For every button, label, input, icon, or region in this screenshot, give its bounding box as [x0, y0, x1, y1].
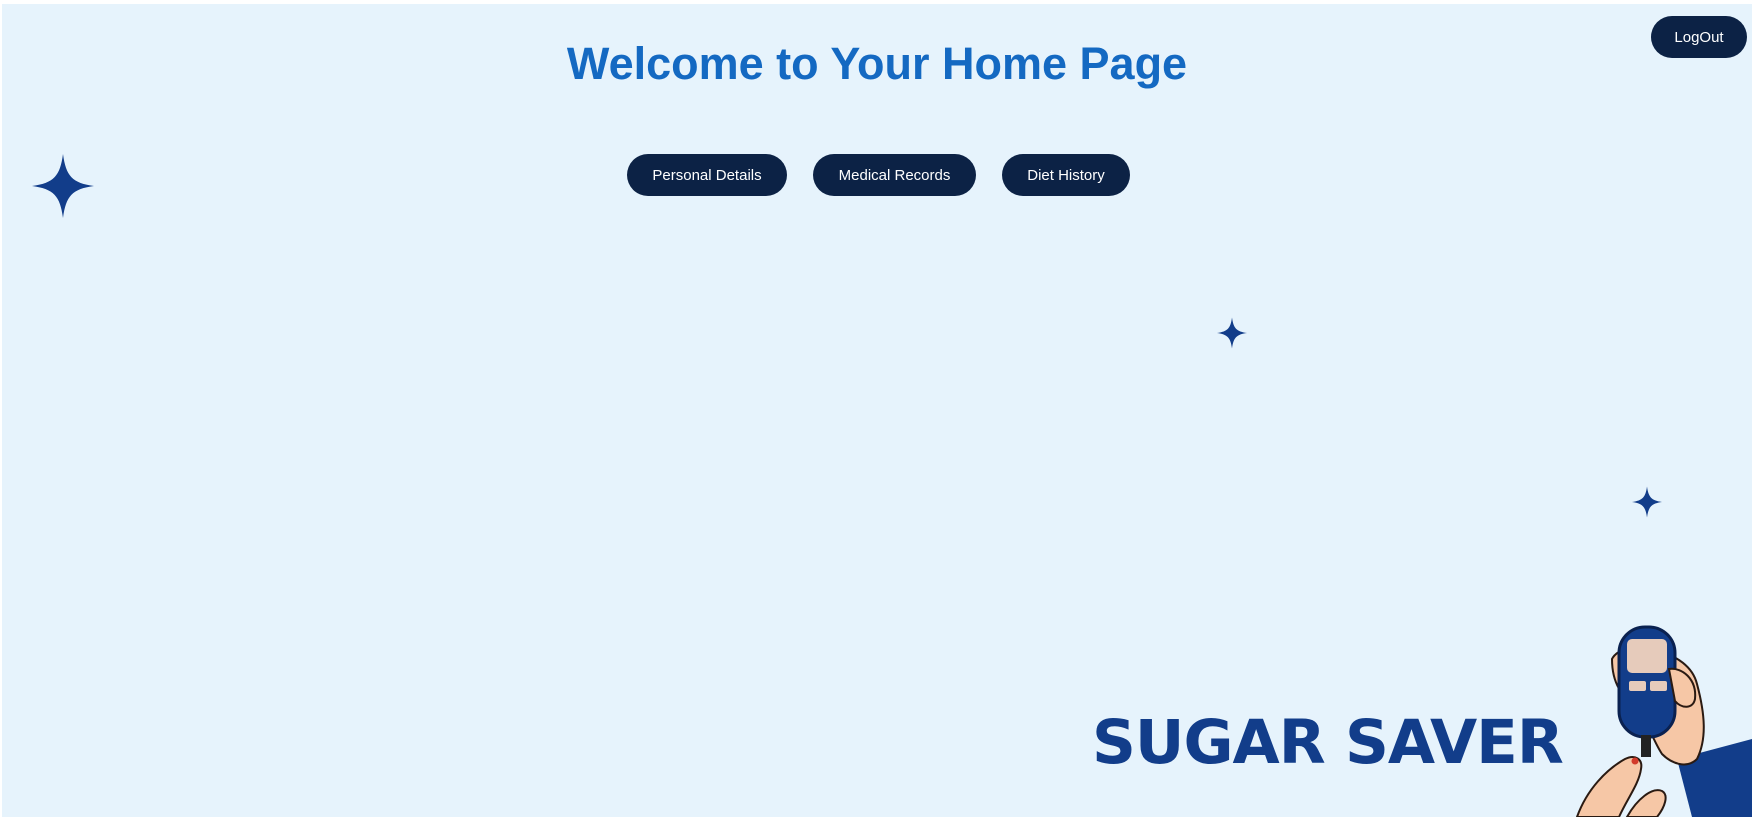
sparkle-medium-icon: [1217, 317, 1247, 349]
medical-records-button[interactable]: Medical Records: [813, 154, 976, 196]
brand-logo-wordmark: SUGAR SAVER: [1092, 707, 1564, 778]
home-page: Welcome to Your Home Page LogOut Persona…: [2, 4, 1752, 817]
personal-details-button[interactable]: Personal Details: [627, 154, 787, 196]
diet-history-button[interactable]: Diet History: [1002, 154, 1130, 196]
sparkle-large-icon: [32, 154, 94, 218]
page-title: Welcome to Your Home Page: [566, 38, 1188, 89]
sparkle-small-icon: [1632, 486, 1662, 518]
glucometer-hand-icon: [1575, 625, 1752, 817]
logout-button[interactable]: LogOut: [1651, 16, 1747, 58]
